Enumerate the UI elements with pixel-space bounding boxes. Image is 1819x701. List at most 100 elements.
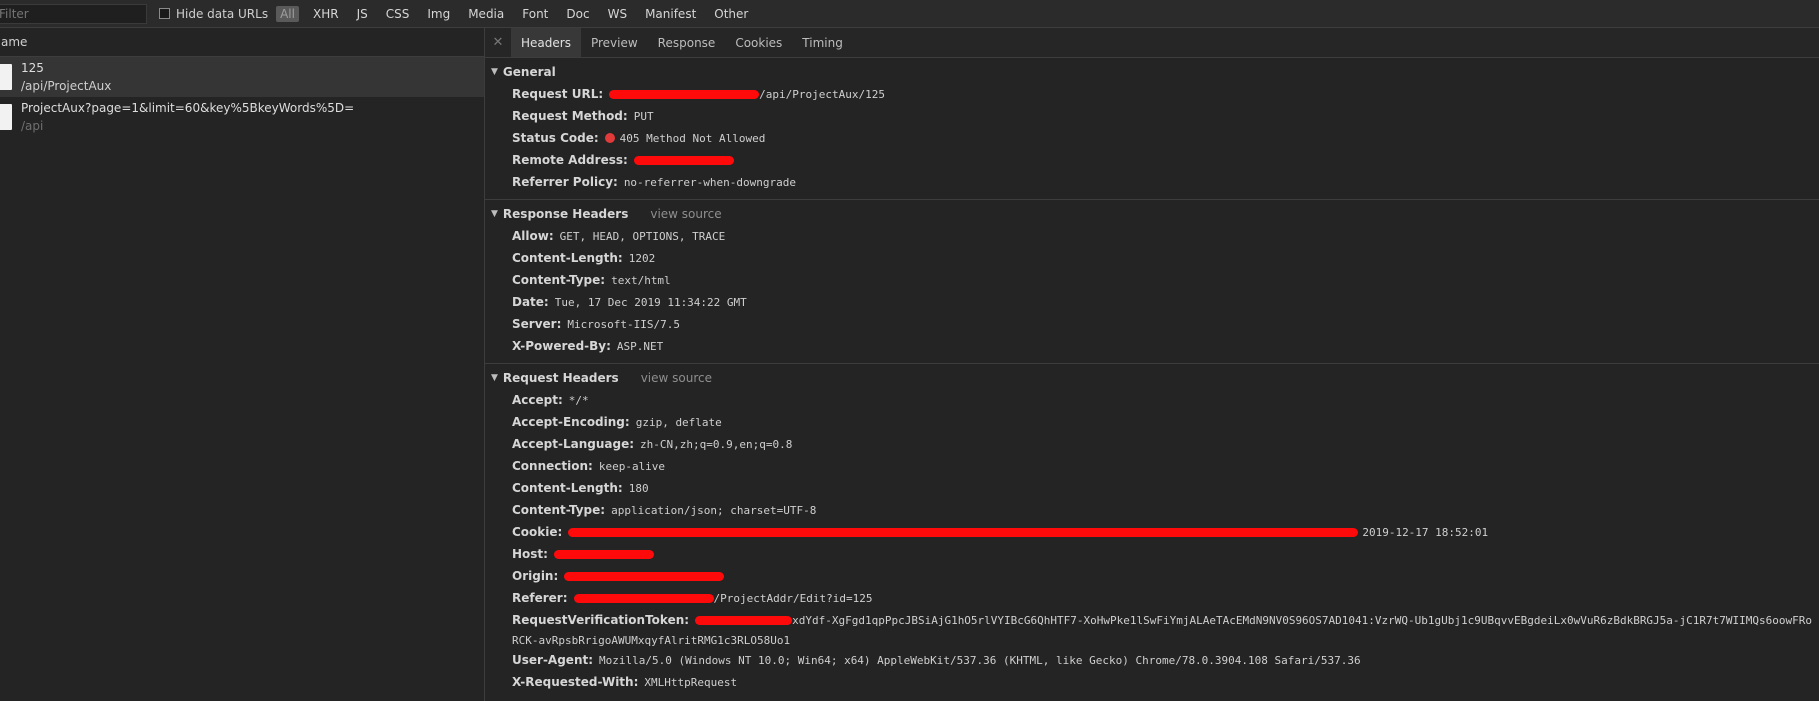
- type-filter-doc[interactable]: Doc: [562, 6, 593, 22]
- header-key: Accept-Encoding:: [512, 415, 630, 429]
- tab-preview[interactable]: Preview: [581, 28, 648, 57]
- general-section: ▼ General Request URL: /api/ProjectAux/1…: [485, 61, 1819, 200]
- request-headers-header[interactable]: ▼ Request Headers view source: [491, 367, 1819, 389]
- response-header-row: Allow: GET, HEAD, OPTIONS, TRACE: [512, 225, 1819, 247]
- remote-address-row: Remote Address:: [512, 149, 1819, 171]
- type-filter-media[interactable]: Media: [464, 6, 508, 22]
- header-value: no-referrer-when-downgrade: [623, 175, 796, 189]
- response-header-row: X-Powered-By: ASP.NET: [512, 335, 1819, 357]
- redaction-mark: [568, 527, 1359, 537]
- header-value: zh-CN,zh;q=0.9,en;q=0.8: [640, 437, 793, 451]
- header-key: Content-Type:: [512, 503, 606, 517]
- header-key: Content-Length:: [512, 251, 623, 265]
- header-key: Date:: [512, 295, 549, 309]
- cookie-row: Cookie: 2019-12-17 18:52:01: [512, 521, 1819, 543]
- header-value: Tue, 17 Dec 2019 11:34:22 GMT: [554, 295, 747, 309]
- requests-pane: Name 125 /api/ProjectAux ProjectAux?page…: [0, 28, 485, 701]
- header-value: 180: [628, 481, 649, 495]
- header-value: /api/ProjectAux/125: [759, 87, 885, 101]
- type-filter-js[interactable]: JS: [353, 6, 372, 22]
- redaction-mark: [695, 615, 793, 625]
- header-key: Content-Length:: [512, 481, 623, 495]
- name-column-label: Name: [0, 35, 28, 49]
- header-key: Connection:: [512, 459, 593, 473]
- request-method-row: Request Method: PUT: [512, 105, 1819, 127]
- file-icon: [0, 104, 12, 130]
- header-key: Referer:: [512, 591, 568, 605]
- details-pane: ✕ Headers Preview Response Cookies Timin…: [485, 28, 1819, 701]
- header-key: X-Requested-With:: [512, 675, 639, 689]
- header-value: Mozilla/5.0 (Windows NT 10.0; Win64; x64…: [599, 653, 1361, 667]
- details-tabs: ✕ Headers Preview Response Cookies Timin…: [485, 28, 1819, 58]
- triangle-down-icon: ▼: [491, 373, 498, 383]
- close-icon[interactable]: ✕: [485, 28, 511, 57]
- header-value: keep-alive: [598, 459, 666, 473]
- header-value: /ProjectAddr/Edit?id=125: [713, 591, 873, 605]
- host-row: Host:: [512, 543, 1819, 565]
- request-header-row: Accept-Language: zh-CN,zh;q=0.9,en;q=0.8: [512, 433, 1819, 455]
- tab-response[interactable]: Response: [648, 28, 726, 57]
- tab-headers[interactable]: Headers: [511, 28, 581, 57]
- type-filter-img[interactable]: Img: [423, 6, 454, 22]
- user-agent-row: User-Agent: Mozilla/5.0 (Windows NT 10.0…: [512, 649, 1819, 671]
- redaction-mark: [573, 593, 714, 603]
- request-name: 125: [21, 61, 44, 75]
- header-key: Accept:: [512, 393, 563, 407]
- header-key: Origin:: [512, 569, 559, 583]
- verification-token-row: RequestVerificationToken: xdYdf-XgFgd1qp…: [512, 609, 1812, 631]
- response-headers-header[interactable]: ▼ Response Headers view source: [491, 203, 1819, 225]
- redaction-mark: [553, 549, 654, 559]
- header-value: 1202: [628, 251, 656, 265]
- type-filter-xhr[interactable]: XHR: [309, 6, 343, 22]
- header-value: PUT: [633, 109, 654, 123]
- header-key: Referrer Policy:: [512, 175, 618, 189]
- header-key: Accept-Language:: [512, 437, 635, 451]
- header-key: Host:: [512, 547, 548, 561]
- tab-cookies[interactable]: Cookies: [725, 28, 792, 57]
- header-value: application/json; charset=UTF-8: [611, 503, 817, 517]
- header-key: User-Agent:: [512, 653, 594, 667]
- header-key: Request Method:: [512, 109, 628, 123]
- x-requested-with-row: X-Requested-With: XMLHttpRequest: [512, 671, 1819, 693]
- view-source-link[interactable]: view source: [650, 207, 721, 221]
- tab-timing[interactable]: Timing: [792, 28, 853, 57]
- request-name: ProjectAux?page=1&limit=60&key%5BkeyWord…: [21, 101, 355, 115]
- request-header-row: Content-Length: 180: [512, 477, 1819, 499]
- response-headers-title: Response Headers: [502, 207, 629, 221]
- response-header-row: Content-Type: text/html: [512, 269, 1819, 291]
- referrer-policy-row: Referrer Policy: no-referrer-when-downgr…: [512, 171, 1819, 193]
- request-header-row: Accept-Encoding: gzip, deflate: [512, 411, 1819, 433]
- triangle-down-icon: ▼: [491, 67, 498, 77]
- view-source-link[interactable]: view source: [641, 371, 712, 385]
- request-header-row: Accept: */*: [512, 389, 1819, 411]
- referer-row: Referer: /ProjectAddr/Edit?id=125: [512, 587, 1819, 609]
- header-key: Server:: [512, 317, 562, 331]
- header-value: XMLHttpRequest: [644, 675, 738, 689]
- type-filter-css[interactable]: CSS: [382, 6, 414, 22]
- type-filter-font[interactable]: Font: [518, 6, 552, 22]
- header-key: X-Powered-By:: [512, 339, 611, 353]
- type-filter-all[interactable]: All: [276, 5, 299, 22]
- type-filter-manifest[interactable]: Manifest: [641, 6, 700, 22]
- request-row[interactable]: 125 /api/ProjectAux: [0, 57, 484, 97]
- request-url-row: Request URL: /api/ProjectAux/125: [512, 83, 1819, 105]
- header-value: xdYdf-XgFgd1qpPpcJBSiAjG1hO5rlVYIBcG6QhH…: [792, 613, 1812, 627]
- name-column-header[interactable]: Name: [0, 28, 484, 57]
- header-key: Allow:: [512, 229, 554, 243]
- general-section-header[interactable]: ▼ General: [491, 61, 1819, 83]
- header-value: 405 Method Not Allowed: [619, 131, 766, 145]
- request-header-row: Connection: keep-alive: [512, 455, 1819, 477]
- request-row[interactable]: ProjectAux?page=1&limit=60&key%5BkeyWord…: [0, 97, 484, 137]
- header-value: */*: [568, 393, 589, 407]
- redaction-mark: [564, 571, 725, 581]
- filter-input[interactable]: [0, 3, 147, 24]
- header-key: Status Code:: [512, 131, 599, 145]
- header-key: Cookie:: [512, 525, 563, 539]
- hide-data-urls-toggle[interactable]: Hide data URLs: [159, 7, 268, 21]
- general-title: General: [502, 65, 556, 79]
- type-filter-ws[interactable]: WS: [604, 6, 631, 22]
- type-filter-other[interactable]: Other: [710, 6, 752, 22]
- triangle-down-icon: ▼: [491, 209, 498, 219]
- hide-data-urls-checkbox[interactable]: [159, 8, 170, 19]
- header-value: GET, HEAD, OPTIONS, TRACE: [559, 229, 726, 243]
